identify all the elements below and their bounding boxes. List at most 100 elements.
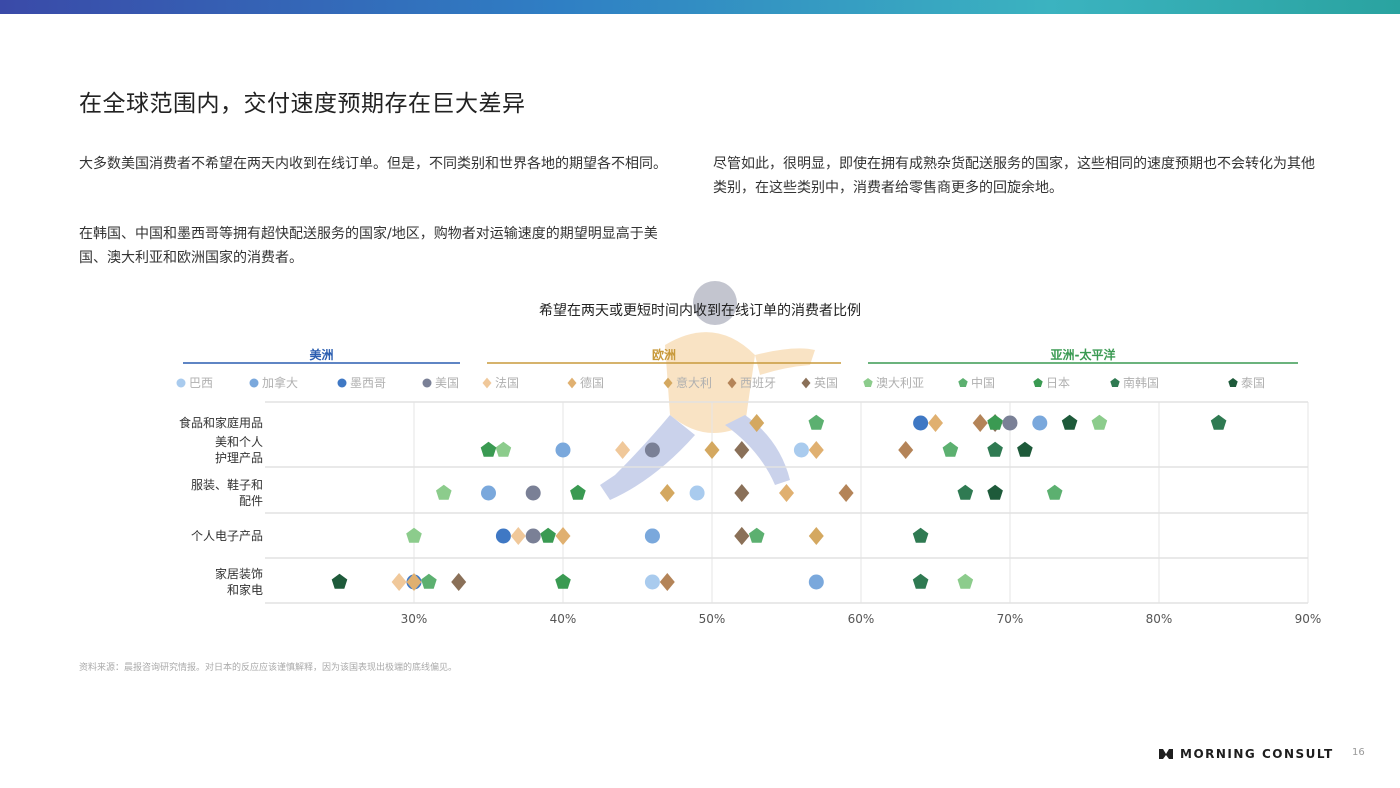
legend-label-13: 泰国 <box>1241 376 1265 390</box>
category-label-0: 食品和家庭用品 <box>179 415 263 430</box>
data-point-4-3 <box>510 527 526 545</box>
data-point-9-0 <box>1091 414 1108 430</box>
data-point-7-1 <box>898 441 914 459</box>
x-tick-label-5: 80% <box>1146 612 1173 626</box>
logo-text: MORNING CONSULT <box>1180 747 1334 761</box>
data-point-12-4 <box>912 573 929 589</box>
x-tick-label-4: 70% <box>997 612 1024 626</box>
data-point-8-2 <box>734 484 750 502</box>
data-point-10-1 <box>942 441 959 457</box>
legend-label-11: 日本 <box>1046 376 1070 390</box>
data-point-10-0 <box>808 414 825 430</box>
legend-label-0: 巴西 <box>189 376 213 390</box>
legend-marker-13 <box>1228 378 1238 387</box>
data-point-11-1 <box>480 441 497 457</box>
data-point-9-1 <box>495 441 512 457</box>
data-point-10-3 <box>748 527 765 543</box>
legend-label-10: 中国 <box>971 375 995 390</box>
x-tick-label-6: 90% <box>1295 612 1322 626</box>
data-point-7-2 <box>838 484 854 502</box>
scatter-chart: 美洲 欧洲 亚洲-太平洋巴西 加拿大 墨西哥 美国 法国 德国 意大利 西班牙 英国 澳大利亚 中国 日本… <box>176 347 1322 626</box>
data-point-1-2 <box>481 485 496 501</box>
group-label-0: 美洲 <box>309 347 333 362</box>
data-point-6-3 <box>808 527 824 545</box>
data-point-12-2 <box>957 484 974 500</box>
data-point-5-1 <box>808 441 824 459</box>
legend-label-8: 英国 <box>814 376 838 390</box>
data-point-12-1 <box>987 441 1003 457</box>
data-point-1-1 <box>555 442 571 458</box>
data-point-12-0 <box>1210 414 1227 430</box>
data-point-3-3 <box>525 528 541 544</box>
data-point-11-3 <box>540 527 556 543</box>
legend-label-5: 德国 <box>580 375 604 390</box>
data-point-13-1 <box>1017 441 1033 457</box>
category-label-3: 个人电子产品 <box>191 529 263 543</box>
data-point-7-4 <box>659 573 675 591</box>
data-point-13-0 <box>1061 414 1078 430</box>
paragraph-2: 在韩国、中国和墨西哥等拥有超快配送服务的国家/地区，购物者对运输速度的期望明显高… <box>79 226 658 266</box>
data-point-4-1 <box>615 441 631 459</box>
legend-marker-3 <box>422 378 432 388</box>
data-point-8-4 <box>451 573 467 591</box>
data-point-5-3 <box>555 527 571 545</box>
data-point-11-4 <box>555 573 571 589</box>
data-point-4-4 <box>391 573 407 591</box>
legend-marker-10 <box>958 378 968 387</box>
legend-label-6: 意大利 <box>676 375 712 390</box>
group-label-1: 欧洲 <box>652 347 676 362</box>
data-point-8-3 <box>734 527 750 545</box>
data-point-6-1 <box>704 441 720 459</box>
data-point-8-1 <box>734 441 750 459</box>
data-point-1-3 <box>644 528 660 544</box>
data-point-3-2 <box>525 485 541 501</box>
legend-marker-4 <box>482 377 492 389</box>
category-label-2: 服装、鞋子和配件 <box>191 477 263 508</box>
legend-label-3: 美国 <box>435 376 459 390</box>
logo-mark-icon <box>1159 749 1173 759</box>
x-tick-label-3: 60% <box>848 612 875 626</box>
data-point-3-1 <box>644 442 660 458</box>
data-point-11-2 <box>570 484 586 500</box>
data-point-5-4 <box>406 573 422 591</box>
legend-label-9: 澳大利亚 <box>876 376 924 390</box>
legend-label-7: 西班牙 <box>740 376 776 390</box>
x-tick-label-1: 40% <box>550 612 577 626</box>
legend-marker-9 <box>863 378 873 387</box>
legend-marker-12 <box>1110 378 1120 387</box>
data-point-1-0 <box>1032 415 1048 431</box>
category-label-1: 美和个人护理产品 <box>215 435 263 465</box>
category-label-4: 家居装饰和家电 <box>215 566 263 597</box>
chart-title: 希望在两天或更短时间内收到在线订单的消费者比例 <box>539 303 861 319</box>
data-point-13-4 <box>331 573 348 589</box>
data-point-2-3 <box>495 528 511 544</box>
x-tick-label-2: 50% <box>699 612 726 626</box>
legend-marker-5 <box>567 377 577 389</box>
data-point-1-4 <box>808 574 824 590</box>
data-point-6-0 <box>749 414 765 432</box>
paragraph-3: 尽管如此，很明显，即使在拥有成熟杂货配送服务的国家，这些相同的速度预期也不会转化… <box>713 156 1315 196</box>
data-point-3-0 <box>1002 415 1018 431</box>
legend-label-12: 南韩国 <box>1123 375 1159 390</box>
page-title: 在全球范围内，交付速度预期存在巨大差异 <box>79 91 526 117</box>
morning-consult-logo: MORNING CONSULT <box>1158 747 1334 761</box>
group-label-2: 亚洲-太平洋 <box>1051 347 1116 362</box>
data-point-7-0 <box>972 414 988 432</box>
data-point-5-0 <box>928 414 943 432</box>
data-point-10-4 <box>421 573 437 589</box>
data-point-11-0 <box>987 414 1003 430</box>
page-number: 16 <box>1352 747 1365 758</box>
paragraph-1: 大多数美国消费者不希望在两天内收到在线订单。但是，不同类别和世界各地的期望各不相… <box>79 156 667 172</box>
legend-label-4: 法国 <box>495 376 519 390</box>
data-point-12-3 <box>912 527 929 543</box>
legend-label-1: 加拿大 <box>262 375 298 390</box>
legend-marker-11 <box>1033 378 1043 387</box>
legend-marker-1 <box>249 378 259 388</box>
legend-marker-6 <box>663 377 673 389</box>
top-gradient-bar <box>0 0 1400 14</box>
legend-label-2: 墨西哥 <box>350 376 386 390</box>
x-tick-label-0: 30% <box>401 612 428 626</box>
legend-marker-0 <box>176 378 186 388</box>
data-point-2-0 <box>913 415 929 431</box>
data-point-10-2 <box>1046 484 1063 500</box>
